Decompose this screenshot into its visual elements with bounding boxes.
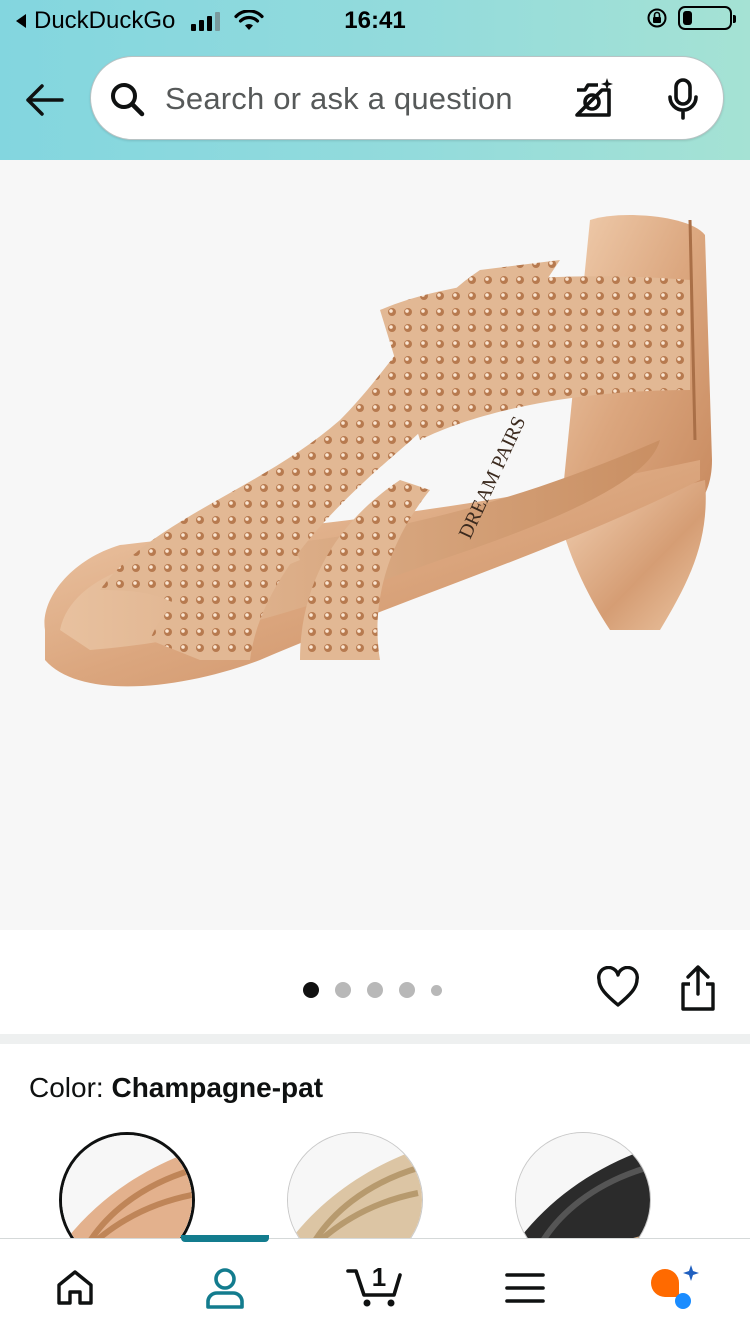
product-image[interactable]: DREAM PAIRS [0,160,750,930]
cart-icon: 1 [346,1262,402,1307]
nav-cart[interactable]: 1 [300,1239,450,1335]
pagination-dot[interactable] [399,982,415,998]
back-arrow-icon[interactable] [22,78,66,122]
sandal-image: DREAM PAIRS [44,215,712,687]
swatch-gold[interactable] [287,1132,423,1238]
pagination-dot[interactable] [335,982,351,998]
nav-rufus[interactable] [600,1239,750,1335]
top-bar: DuckDuckGo 16:41 Search or ask a questio… [0,0,750,160]
section-divider [0,1034,750,1044]
image-pagination-dots[interactable] [303,982,442,998]
status-bar: DuckDuckGo 16:41 [0,0,750,42]
search-input[interactable]: Search or ask a question [165,81,513,117]
wishlist-heart-icon[interactable] [596,966,640,1010]
cart-count: 1 [372,1262,386,1292]
rufus-assistant-icon [651,1265,699,1309]
selected-color-value: Champagne-pat [111,1072,324,1103]
menu-icon [505,1273,545,1303]
bottom-navigation: 1 [0,1235,750,1335]
pagination-dot[interactable] [303,982,319,998]
pagination-dot[interactable] [367,982,383,998]
swatch-black[interactable] [515,1132,651,1238]
swatch-champagne-pat[interactable] [59,1132,195,1238]
status-time: 16:41 [344,7,406,34]
image-controls [0,930,750,1034]
search-bar[interactable]: Search or ask a question [90,56,724,140]
rotation-lock-icon [647,8,667,28]
swatch-image [288,1133,422,1238]
color-label: Color: [29,1072,104,1103]
pagination-dot[interactable] [431,984,442,996]
home-icon [57,1270,93,1305]
battery-icon [678,6,736,30]
camera-search-icon[interactable] [571,77,615,121]
swatch-image [516,1133,650,1238]
nav-home[interactable] [0,1239,150,1335]
share-icon[interactable] [676,964,720,1012]
swatch-image [62,1135,192,1238]
color-swatch-list [0,1130,750,1238]
color-selection-label: Color: Champagne-pat [29,1072,323,1104]
nav-you[interactable] [150,1239,300,1335]
account-icon [206,1268,244,1309]
microphone-icon[interactable] [661,77,705,121]
search-icon [111,83,145,117]
nav-menu[interactable] [450,1239,600,1335]
